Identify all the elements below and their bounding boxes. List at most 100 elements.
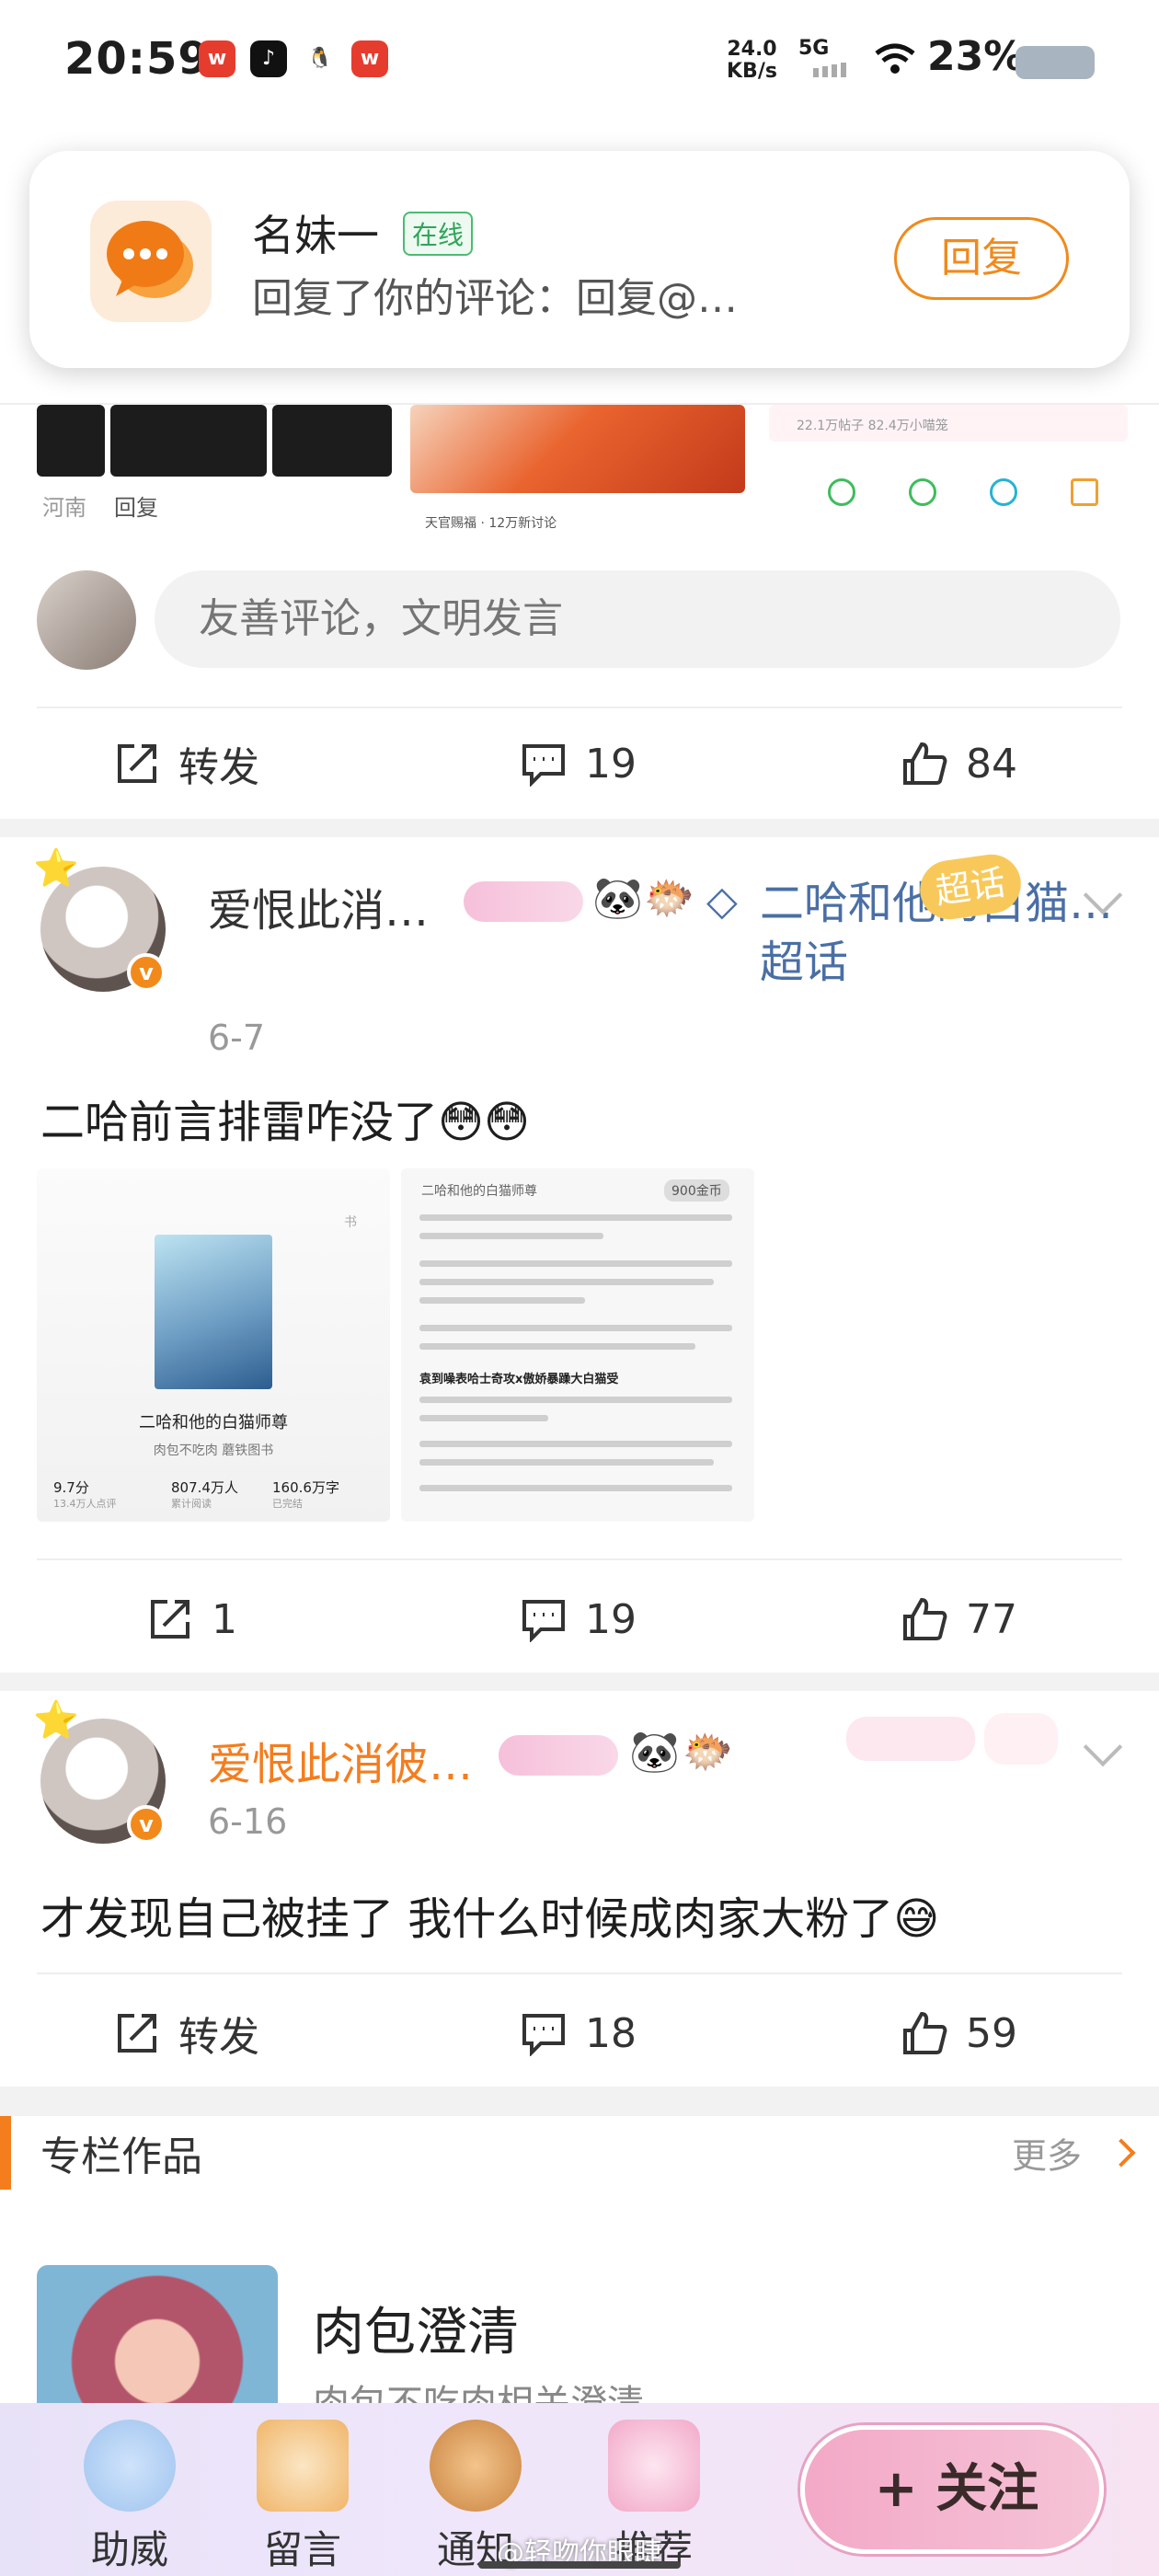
- like-button[interactable]: 59: [901, 2006, 1017, 2061]
- repost-icon: [118, 2014, 156, 2053]
- book-words-sub: 已完结: [272, 1498, 303, 1510]
- preview-caption: 天官赐福 · 12万新讨论: [425, 516, 557, 531]
- repost-button[interactable]: 转发: [114, 2006, 259, 2061]
- post-author[interactable]: 爱恨此消…: [208, 874, 429, 938]
- message-board-button[interactable]: 留言: [234, 2403, 372, 2576]
- image-tag: 书: [344, 1215, 357, 1230]
- wifi-icon: [874, 42, 916, 75]
- text-line: [419, 1325, 732, 1331]
- repost-icon: [118, 744, 156, 783]
- post-image-book-cover[interactable]: 书 二哈和他的白猫师尊 肉包不吃肉 蘑铁图书 9.7分 13.4万人点评 807…: [37, 1168, 390, 1522]
- comment-button[interactable]: 18: [521, 2006, 637, 2061]
- post-text: 二哈前言排雷咋没了😳😳: [40, 1097, 531, 1148]
- net-speed-value: 24.0: [727, 38, 777, 61]
- text-line: [419, 1459, 714, 1466]
- preview-image[interactable]: [272, 405, 392, 477]
- comment-icon: [522, 744, 565, 787]
- book-title: 二哈和他的白猫师尊: [139, 1413, 288, 1432]
- text-line: [419, 1441, 732, 1447]
- sticker-icon: [499, 1735, 618, 1776]
- repost-preview-strip[interactable]: 天官赐福 · 12万新讨论 22.1万帖子 82.4万小喵笼 河南 回复: [0, 405, 1159, 543]
- chevron-right-icon[interactable]: [1107, 2138, 1136, 2168]
- like-button[interactable]: 84: [901, 736, 1017, 791]
- battery-icon: [1016, 46, 1095, 79]
- text-line: [419, 1415, 548, 1421]
- book-score-sub: 13.4万人点评: [53, 1498, 117, 1510]
- preview-image-autumn[interactable]: [410, 405, 745, 493]
- post-image-text-page[interactable]: 二哈和他的白猫师尊 900金币 袁到噪表哈士奇攻x傲娇暴躁大白猫受: [401, 1168, 754, 1522]
- fish-icon: 🐡: [644, 875, 694, 922]
- star-decoration-icon: ⭐: [33, 1699, 79, 1742]
- weibo-app-icon: w: [199, 40, 235, 77]
- preview-stats: 22.1万帖子 82.4万小喵笼: [797, 419, 948, 433]
- post-author[interactable]: 爱恨此消彼…: [208, 1728, 473, 1792]
- column-item-title[interactable]: 肉包澄清: [313, 2291, 519, 2365]
- home-indicator[interactable]: [478, 2561, 681, 2569]
- notification-sender: 名妹一: [252, 211, 379, 260]
- sticker-icon: [464, 881, 583, 922]
- moments-icon[interactable]: [909, 478, 936, 506]
- divider: [37, 1558, 1122, 1560]
- follow-button[interactable]: + 关注: [800, 2425, 1104, 2554]
- more-link[interactable]: 更多: [1012, 2128, 1082, 2179]
- verified-badge-icon: v: [127, 1805, 166, 1844]
- cheer-label: 助威: [90, 2527, 168, 2572]
- preview-location: 河南: [42, 495, 86, 521]
- qq-icon[interactable]: [990, 478, 1017, 506]
- column-section-title: 专栏作品: [40, 2133, 202, 2180]
- my-avatar[interactable]: [37, 570, 136, 670]
- repost-button[interactable]: 转发: [114, 736, 259, 791]
- status-bar: 20:59 w ♪ 🐧 w 24.0 KB/s 5G 23%: [0, 0, 1159, 120]
- share-icons: [828, 478, 1122, 515]
- cheer-button[interactable]: 助威: [61, 2403, 199, 2576]
- tiktok-app-icon: ♪: [250, 40, 287, 77]
- text-line: [419, 1233, 603, 1239]
- panda-icon: 🐼: [592, 875, 643, 922]
- page-header: 二哈和他的白猫师尊: [421, 1184, 537, 1199]
- preview-image[interactable]: [110, 405, 267, 477]
- chevron-down-icon[interactable]: [1083, 1727, 1123, 1767]
- section-accent-bar: [0, 2116, 11, 2190]
- net-speed-unit: KB/s: [727, 60, 777, 83]
- text-line: [419, 1214, 732, 1221]
- book-meta: 肉包不吃肉 蘑铁图书: [153, 1443, 274, 1458]
- post-date: 6-7: [208, 1018, 266, 1058]
- comment-count: 18: [585, 2009, 637, 2057]
- reply-button[interactable]: 回复: [894, 217, 1069, 300]
- comment-button[interactable]: 19: [521, 736, 637, 791]
- section-gap: [0, 1673, 1159, 1691]
- comment-icon: [522, 2014, 565, 2056]
- mailbox-icon: [257, 2420, 349, 2512]
- verified-badge-icon: v: [127, 953, 166, 992]
- panda-icon: 🐼: [629, 1729, 680, 1776]
- text-line: [419, 1297, 585, 1304]
- comment-button[interactable]: 19: [521, 1592, 637, 1647]
- like-count: 59: [966, 2009, 1017, 2057]
- like-button[interactable]: 77: [901, 1592, 1017, 1647]
- section-gap: [0, 2087, 1159, 2116]
- battery-percent: 23%: [927, 33, 1025, 80]
- qq-app-icon: 🐧: [302, 40, 339, 77]
- net-speed: 24.0 KB/s: [727, 39, 777, 83]
- comment-icon: [522, 1600, 565, 1642]
- book-reads: 807.4万人: [171, 1479, 238, 1496]
- thumbs-up-icon: [903, 2011, 947, 2054]
- coin-badge: 900金币: [664, 1179, 729, 1202]
- perfume-icon: [608, 2420, 700, 2512]
- section-gap: [0, 819, 1159, 837]
- repost-count: 1: [212, 1595, 237, 1643]
- repost-button[interactable]: 1: [147, 1592, 237, 1647]
- bear-icon: [430, 2420, 522, 2512]
- text-line: [419, 1343, 695, 1350]
- preview-image[interactable]: [37, 405, 105, 477]
- divider: [37, 707, 1122, 708]
- preview-reply-link[interactable]: 回复: [114, 489, 158, 522]
- signal-icon: [813, 63, 854, 77]
- thumbs-up-icon: [903, 1597, 947, 1640]
- wechat-icon[interactable]: [828, 478, 855, 506]
- repost-icon: [151, 1600, 189, 1639]
- more-share-icon[interactable]: [1071, 478, 1098, 506]
- page-heading: 袁到噪表哈士奇攻x傲娇暴躁大白猫受: [419, 1373, 619, 1386]
- notification-banner[interactable]: 名妹一 在线 回复了你的评论：回复@… 回复: [29, 151, 1130, 368]
- comment-input[interactable]: [155, 570, 1120, 668]
